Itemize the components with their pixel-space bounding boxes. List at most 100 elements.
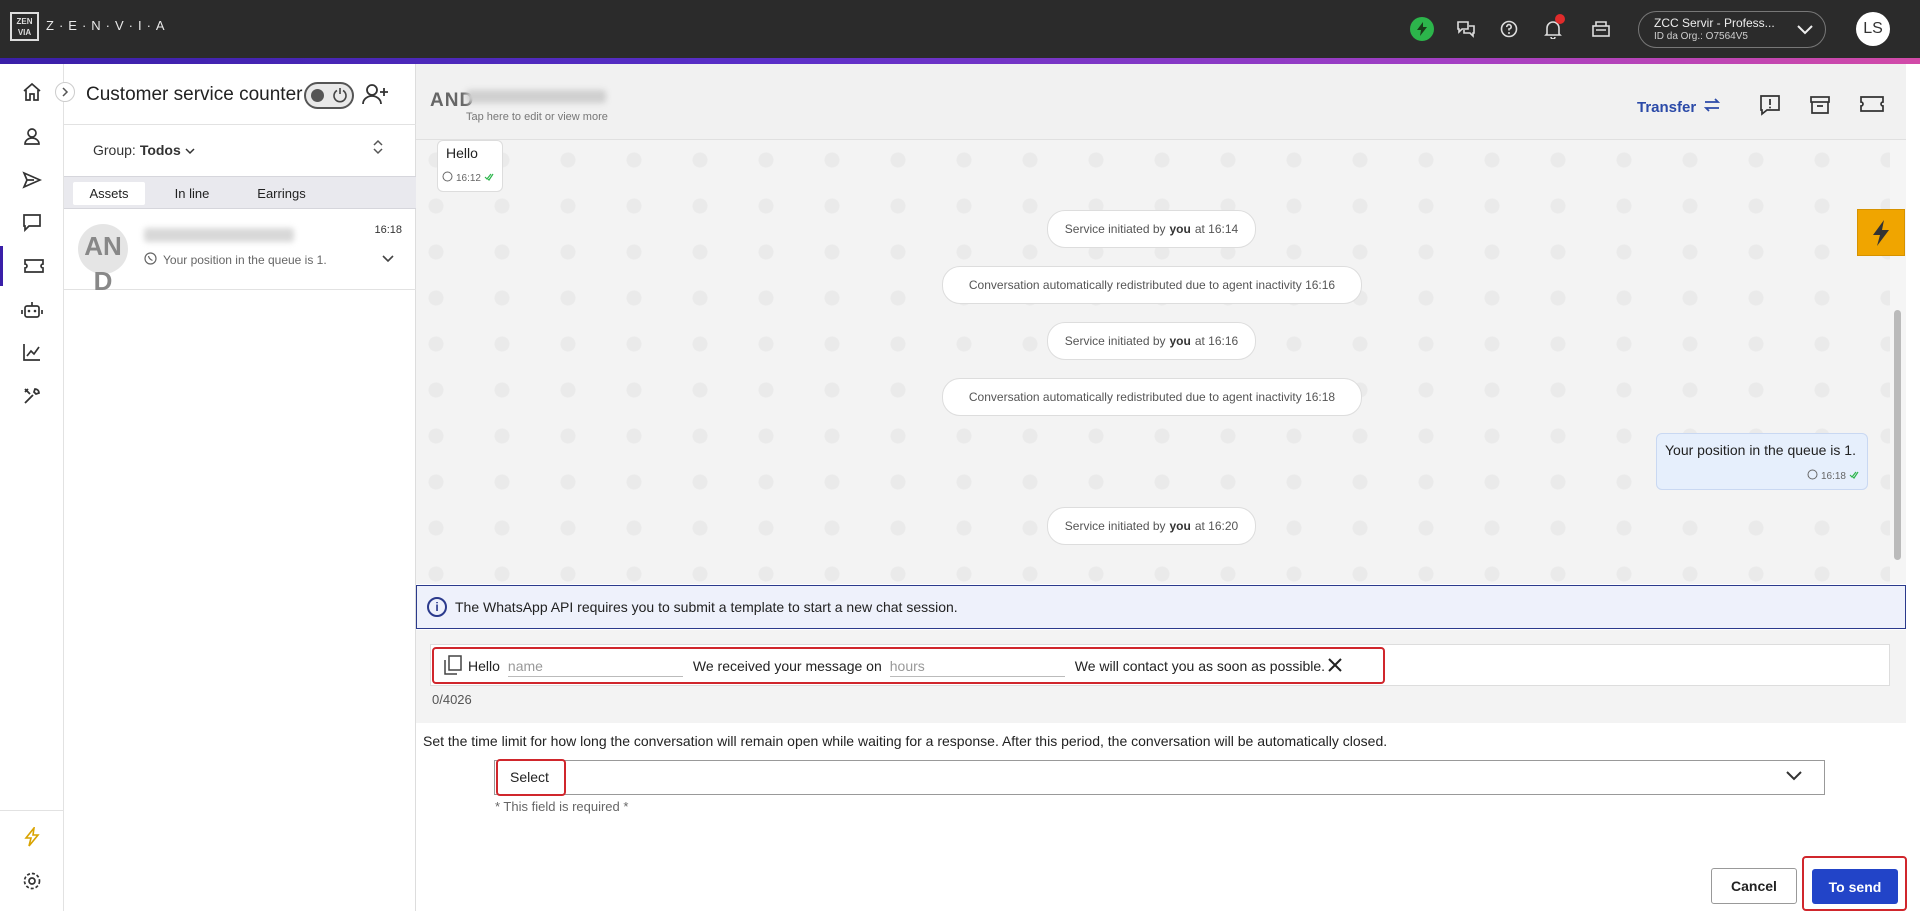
- left-navigation: [0, 64, 64, 911]
- system-text: Service initiated by: [1064, 222, 1166, 236]
- transfer-arrows-icon: [1704, 98, 1721, 116]
- notification-badge: [1555, 14, 1565, 24]
- required-hint: * This field is required *: [495, 799, 629, 814]
- message-time: 16:18: [1820, 470, 1846, 482]
- status-online-icon[interactable]: [1409, 16, 1435, 42]
- report-alert-icon[interactable]: [1759, 94, 1781, 121]
- system-time: at 16:16: [1194, 334, 1239, 348]
- double-check-icon: [1849, 471, 1859, 482]
- chat-contact-name-blurred: [466, 90, 606, 103]
- template-received: We received your message on: [692, 658, 882, 674]
- name-input[interactable]: [507, 655, 683, 677]
- tickets-icon[interactable]: [0, 246, 64, 286]
- close-icon[interactable]: [1327, 657, 1343, 676]
- info-icon: i: [427, 597, 447, 617]
- edit-hint: Tap here to edit or view more: [466, 111, 608, 123]
- contact-name-blurred: [144, 228, 294, 242]
- template-contact: We will contact you as soon as possible.: [1074, 658, 1326, 674]
- chat-scrollbar-thumb[interactable]: [1894, 310, 1901, 560]
- sort-icon[interactable]: [372, 138, 384, 161]
- message-time: 16:12: [455, 172, 481, 184]
- whatsapp-icon: [442, 171, 453, 185]
- ticket-icon[interactable]: [1859, 94, 1885, 119]
- system-bold: you: [1169, 222, 1191, 236]
- panel-title: Customer service counter: [86, 84, 303, 105]
- send-button[interactable]: To send: [1812, 869, 1898, 904]
- inbox-tray-icon[interactable]: [1588, 16, 1614, 42]
- availability-toggle[interactable]: [304, 82, 354, 109]
- toggle-knob: [311, 89, 324, 102]
- chevron-down-icon: [185, 142, 195, 158]
- group-value: Todos: [139, 142, 181, 158]
- brand-name: Z·E·N·V·I·A: [46, 18, 170, 33]
- message-text: Hello: [446, 145, 478, 161]
- hours-input[interactable]: [889, 655, 1065, 677]
- quick-replies-bolt-icon[interactable]: [1857, 209, 1905, 256]
- whatsapp-icon: [1807, 469, 1818, 483]
- tab-assets[interactable]: Assets: [73, 182, 145, 205]
- archive-icon[interactable]: [1809, 94, 1831, 121]
- template-fields: Hello We received your message on We wil…: [444, 654, 1343, 678]
- contacts-icon[interactable]: [0, 116, 64, 156]
- double-check-icon: [484, 173, 494, 184]
- logo-box-text: ZEN VIA: [16, 17, 33, 37]
- time-limit-label: Set the time limit for how long the conv…: [423, 733, 1388, 749]
- zenvia-logo[interactable]: ZEN VIA: [10, 12, 39, 41]
- tab-earrings[interactable]: Earrings: [244, 182, 319, 205]
- message-meta: 16:12: [442, 171, 494, 185]
- incoming-message: Hello 16:12: [437, 140, 503, 192]
- conversation-time: 16:18: [374, 224, 402, 236]
- tools-icon[interactable]: [0, 376, 64, 416]
- time-limit-select[interactable]: [494, 760, 1825, 795]
- bot-icon[interactable]: [0, 290, 64, 330]
- system-time: at 16:14: [1194, 222, 1239, 236]
- system-message: Conversation automatically redistributed…: [942, 378, 1362, 416]
- info-text: The WhatsApp API requires you to submit …: [455, 599, 958, 615]
- group-label: Group:: [93, 142, 136, 158]
- select-value: Select: [510, 769, 549, 785]
- chat-bubbles-icon[interactable]: [1453, 16, 1479, 42]
- conversation-item[interactable]: AN D 16:18 Your position in the queue is…: [64, 210, 416, 296]
- send-icon[interactable]: [0, 160, 64, 200]
- outgoing-message: Your position in the queue is 1. 16:18: [1656, 433, 1868, 490]
- whatsapp-template-info: i The WhatsApp API requires you to submi…: [416, 585, 1906, 629]
- user-avatar[interactable]: LS: [1856, 12, 1890, 46]
- copy-icon[interactable]: [444, 654, 462, 678]
- system-bold: you: [1169, 519, 1191, 533]
- top-bar: ZEN VIA Z·E·N·V·I·A ZCC Servir - Profess…: [0, 0, 1920, 58]
- chat-icon[interactable]: [0, 202, 64, 242]
- whatsapp-icon: [144, 252, 157, 268]
- group-filter[interactable]: Group: Todos: [93, 142, 195, 158]
- chevron-down-icon[interactable]: [1786, 768, 1802, 786]
- system-time: at 16:20: [1194, 519, 1239, 533]
- status-tabs: Assets In line Earrings: [64, 176, 416, 209]
- system-message: Service initiated by you at 16:16: [1047, 322, 1256, 360]
- organization-selector[interactable]: ZCC Servir - Profess... ID da Org.: O756…: [1638, 11, 1826, 48]
- last-message: Your position in the queue is 1.: [144, 252, 327, 268]
- chevron-down-icon: [1797, 22, 1813, 40]
- nav-divider: [0, 810, 64, 811]
- settings-gear-icon[interactable]: [0, 861, 64, 901]
- notifications-bell-icon[interactable]: [1540, 14, 1566, 42]
- chevron-down-icon[interactable]: [382, 250, 394, 268]
- panel-divider: [64, 124, 416, 125]
- transfer-label: Transfer: [1637, 98, 1697, 116]
- expand-sidebar-button[interactable]: [55, 82, 75, 102]
- help-icon[interactable]: [1496, 16, 1522, 42]
- system-message: Service initiated by you at 16:14: [1047, 210, 1256, 248]
- character-counter: 0/4026: [432, 692, 472, 707]
- message-text: Your position in the queue is 1.: [1665, 442, 1856, 458]
- chat-header[interactable]: AND Tap here to edit or view more Transf…: [416, 64, 1906, 140]
- power-icon: [332, 87, 348, 108]
- chat-messages-area: Hello 16:12 Service initiated by you at 16…: [416, 140, 1890, 584]
- tab-in-line[interactable]: In line: [162, 182, 222, 205]
- add-user-icon[interactable]: [362, 82, 390, 111]
- reports-chart-icon[interactable]: [0, 332, 64, 372]
- cancel-button[interactable]: Cancel: [1711, 868, 1797, 904]
- message-meta: 16:18: [1807, 469, 1859, 483]
- system-message: Conversation automatically redistributed…: [942, 266, 1362, 304]
- last-message-text: Your position in the queue is 1.: [163, 253, 327, 267]
- transfer-button[interactable]: Transfer: [1637, 98, 1721, 116]
- automation-bolt-icon[interactable]: [0, 817, 64, 857]
- template-hello: Hello: [468, 658, 500, 674]
